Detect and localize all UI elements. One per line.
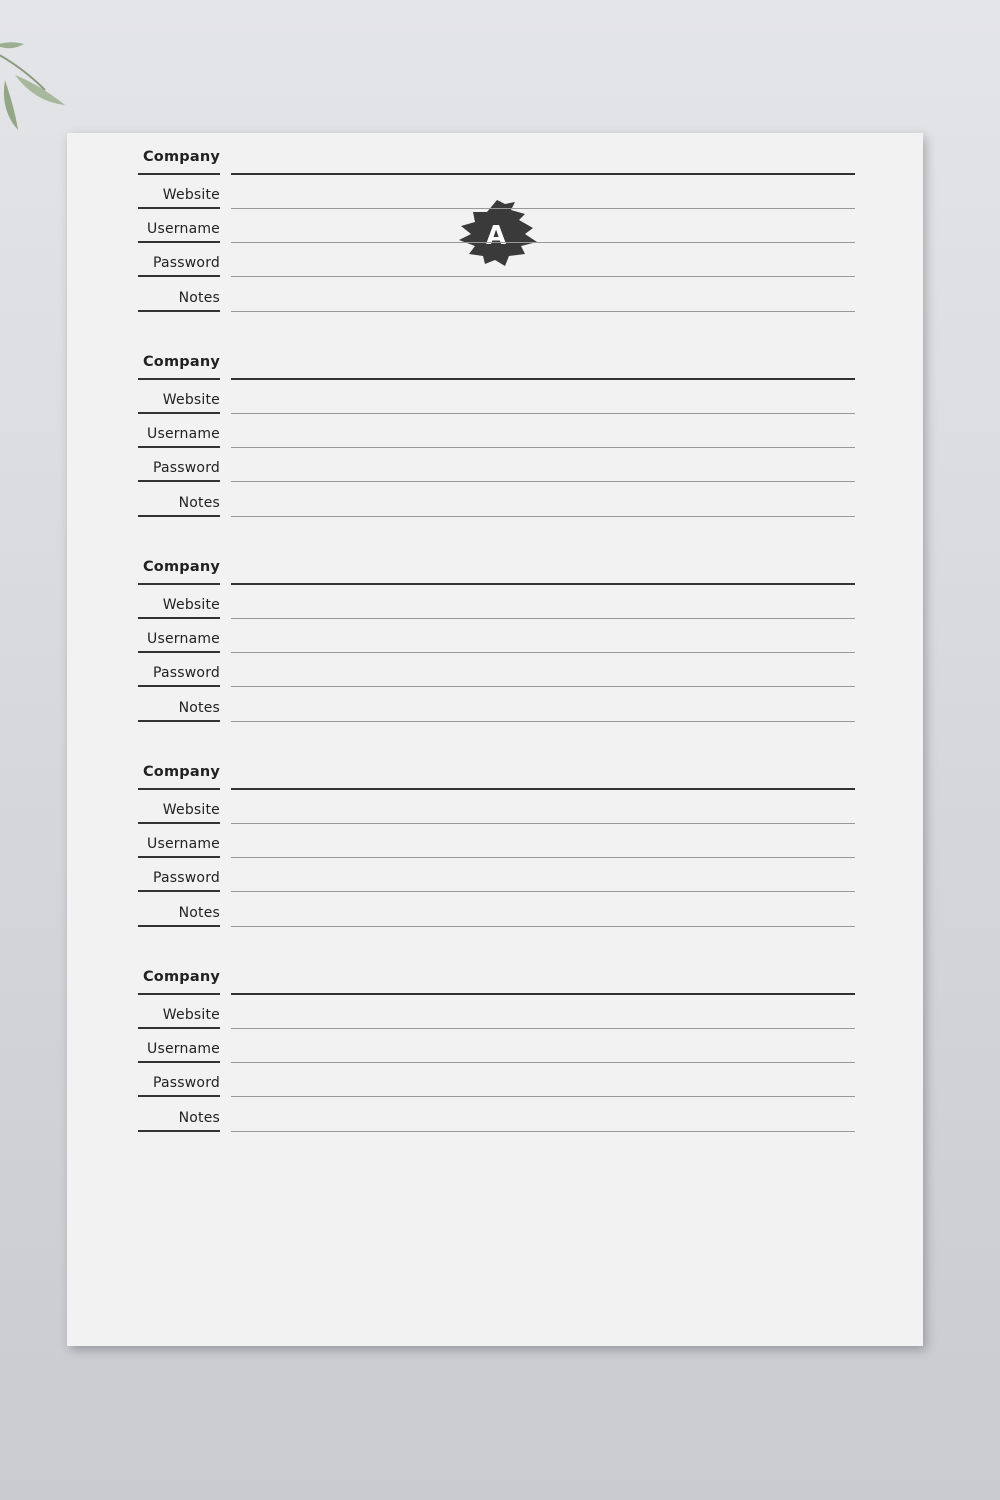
field-label-website: Website xyxy=(162,1007,220,1023)
field-row-username: Username xyxy=(138,619,855,653)
label-underline xyxy=(138,275,220,277)
field-label-website: Website xyxy=(162,597,220,613)
field-label-notes: Notes xyxy=(178,1110,220,1126)
field-row-website: Website xyxy=(138,585,855,619)
field-label-username: Username xyxy=(147,221,220,237)
password-log-page: A Company Website Username Password Notes Com… xyxy=(67,133,923,1346)
field-row-website: Website xyxy=(138,175,855,209)
field-label-company: Company xyxy=(142,969,220,985)
field-label-notes: Notes xyxy=(178,290,220,306)
field-label-username: Username xyxy=(147,1041,220,1057)
label-underline xyxy=(138,685,220,687)
field-password-line[interactable] xyxy=(231,276,855,277)
field-label-password: Password xyxy=(153,460,220,476)
field-row-company: Company xyxy=(138,551,855,585)
entry-block: Company Website Username Password Notes xyxy=(138,543,855,723)
field-notes-line[interactable] xyxy=(231,516,855,517)
field-label-password: Password xyxy=(153,665,220,681)
field-row-company: Company xyxy=(138,756,855,790)
field-row-username: Username xyxy=(138,1029,855,1063)
entry-block: Company Website Username Password Notes xyxy=(138,338,855,518)
label-underline xyxy=(138,515,220,517)
entry-block: Company Website Username Password Notes xyxy=(138,133,855,313)
field-password-line[interactable] xyxy=(231,481,855,482)
field-row-company: Company xyxy=(138,141,855,175)
field-notes-line[interactable] xyxy=(231,311,855,312)
field-row-password: Password xyxy=(138,1063,855,1097)
label-underline xyxy=(138,1130,220,1132)
field-notes-line[interactable] xyxy=(231,721,855,722)
field-row-notes: Notes xyxy=(138,483,855,517)
field-label-username: Username xyxy=(147,426,220,442)
field-row-password: Password xyxy=(138,448,855,482)
field-label-password: Password xyxy=(153,870,220,886)
field-label-notes: Notes xyxy=(178,905,220,921)
field-row-website: Website xyxy=(138,790,855,824)
field-row-website: Website xyxy=(138,995,855,1029)
label-underline xyxy=(138,310,220,312)
field-label-website: Website xyxy=(162,802,220,818)
field-password-line[interactable] xyxy=(231,1096,855,1097)
field-row-website: Website xyxy=(138,380,855,414)
field-row-notes: Notes xyxy=(138,278,855,312)
entry-block: Company Website Username Password Notes xyxy=(138,953,855,1133)
field-label-company: Company xyxy=(142,764,220,780)
field-label-company: Company xyxy=(142,149,220,165)
label-underline xyxy=(138,480,220,482)
field-row-password: Password xyxy=(138,653,855,687)
field-row-username: Username xyxy=(138,209,855,243)
leaf-decoration xyxy=(0,42,65,130)
field-row-company: Company xyxy=(138,346,855,380)
field-label-notes: Notes xyxy=(178,495,220,511)
field-label-website: Website xyxy=(162,392,220,408)
label-underline xyxy=(138,890,220,892)
field-label-password: Password xyxy=(153,255,220,271)
field-password-line[interactable] xyxy=(231,686,855,687)
field-row-password: Password xyxy=(138,243,855,277)
field-label-company: Company xyxy=(142,354,220,370)
field-label-username: Username xyxy=(147,836,220,852)
field-row-password: Password xyxy=(138,858,855,892)
field-label-username: Username xyxy=(147,631,220,647)
field-row-company: Company xyxy=(138,961,855,995)
field-row-notes: Notes xyxy=(138,688,855,722)
field-label-company: Company xyxy=(142,559,220,575)
label-underline xyxy=(138,925,220,927)
field-notes-line[interactable] xyxy=(231,926,855,927)
entry-block: Company Website Username Password Notes xyxy=(138,748,855,928)
field-label-password: Password xyxy=(153,1075,220,1091)
field-row-notes: Notes xyxy=(138,1098,855,1132)
field-notes-line[interactable] xyxy=(231,1131,855,1132)
field-row-notes: Notes xyxy=(138,893,855,927)
label-underline xyxy=(138,720,220,722)
field-password-line[interactable] xyxy=(231,891,855,892)
field-row-username: Username xyxy=(138,414,855,448)
label-underline xyxy=(138,1095,220,1097)
field-label-notes: Notes xyxy=(178,700,220,716)
field-label-website: Website xyxy=(162,187,220,203)
field-row-username: Username xyxy=(138,824,855,858)
